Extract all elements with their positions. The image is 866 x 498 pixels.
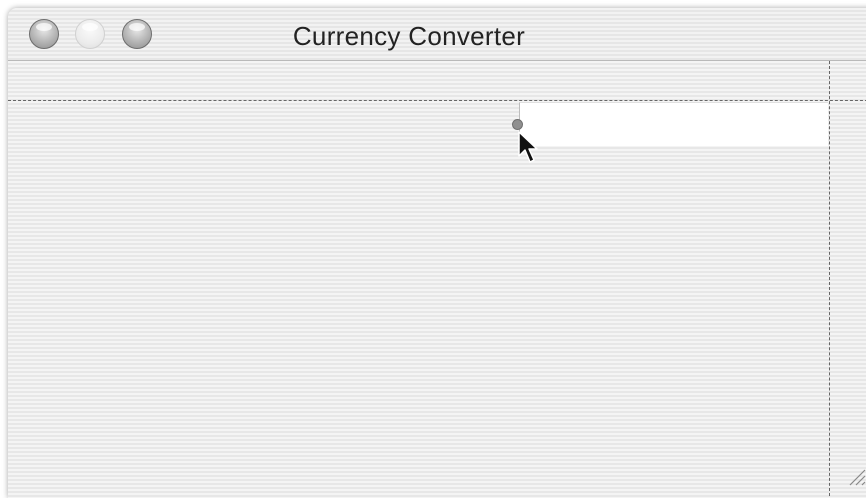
horizontal-layout-guide — [8, 100, 866, 101]
app-window: Currency Converter — [8, 8, 866, 498]
resize-grip-icon[interactable] — [848, 468, 866, 486]
window-title: Currency Converter — [292, 21, 526, 51]
vertical-layout-guide — [829, 61, 830, 498]
title-bar[interactable]: Currency Converter — [8, 8, 866, 61]
text-field-input[interactable] — [524, 103, 820, 145]
text-field[interactable] — [519, 102, 828, 146]
window-content — [8, 61, 866, 498]
selection-handle[interactable] — [512, 119, 523, 130]
arrow-cursor-icon — [518, 131, 538, 163]
